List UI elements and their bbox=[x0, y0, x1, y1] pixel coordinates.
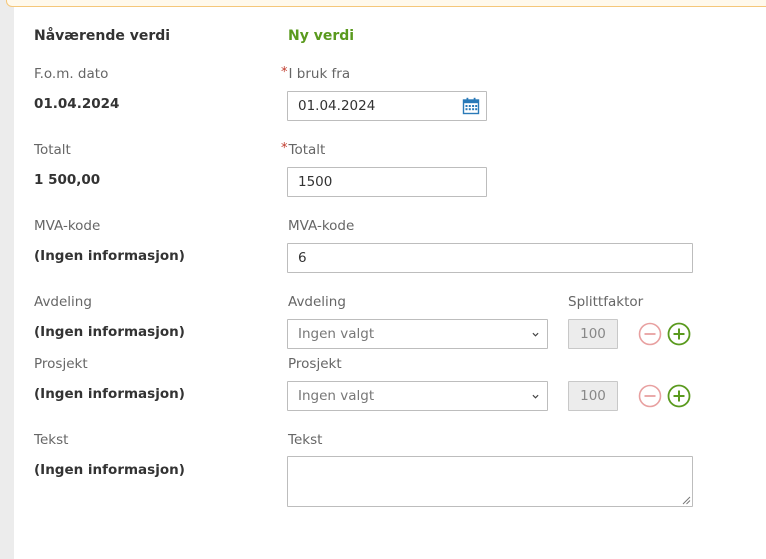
avdeling-select[interactable]: Ingen valgt bbox=[287, 319, 548, 349]
top-banner bbox=[6, 0, 766, 7]
avdeling-add-icon[interactable] bbox=[667, 322, 691, 346]
avdeling-current-label: Avdeling bbox=[34, 294, 92, 310]
splitfactor-label: Splittfaktor bbox=[568, 294, 644, 310]
fom-new-label: I bruk fra bbox=[288, 66, 351, 82]
total-input-value: 1500 bbox=[298, 174, 333, 190]
prosjekt-remove-icon[interactable] bbox=[638, 384, 662, 408]
avdeling-new-label: Avdeling bbox=[288, 294, 346, 310]
tekst-current-value: (Ingen informasjon) bbox=[34, 462, 185, 478]
current-value-header: Nåværende verdi bbox=[34, 28, 171, 44]
mva-current-label: MVA-kode bbox=[34, 218, 101, 234]
date-input-value: 01.04.2024 bbox=[298, 98, 376, 114]
fom-current-label: F.o.m. dato bbox=[34, 66, 109, 82]
chevron-down-icon bbox=[532, 394, 539, 399]
total-new-label-row: *Totalt bbox=[281, 141, 326, 158]
prosjekt-current-label: Prosjekt bbox=[34, 356, 88, 372]
chevron-down-icon bbox=[532, 332, 539, 337]
avdeling-splitfactor-input[interactable]: 100 bbox=[568, 319, 618, 349]
total-new-label: Totalt bbox=[288, 142, 326, 158]
prosjekt-splitfactor-value: 100 bbox=[580, 388, 606, 404]
prosjekt-current-value: (Ingen informasjon) bbox=[34, 386, 185, 402]
required-marker: * bbox=[281, 141, 288, 156]
mva-new-label: MVA-kode bbox=[288, 218, 355, 234]
new-value-header: Ny verdi bbox=[288, 28, 355, 44]
resize-handle-icon[interactable] bbox=[682, 496, 691, 505]
required-marker: * bbox=[281, 65, 288, 80]
avdeling-current-value: (Ingen informasjon) bbox=[34, 324, 185, 340]
prosjekt-splitfactor-input[interactable]: 100 bbox=[568, 381, 618, 411]
fom-current-value: 01.04.2024 bbox=[34, 96, 120, 112]
tekst-current-label: Tekst bbox=[34, 432, 69, 448]
prosjekt-new-label: Prosjekt bbox=[288, 356, 342, 372]
avdeling-splitfactor-value: 100 bbox=[580, 326, 606, 342]
date-input[interactable]: 01.04.2024 bbox=[287, 91, 487, 121]
left-gutter bbox=[0, 0, 14, 559]
total-current-label: Totalt bbox=[34, 142, 71, 158]
total-current-value: 1 500,00 bbox=[34, 172, 101, 188]
tekst-textarea[interactable] bbox=[287, 456, 693, 507]
avdeling-remove-icon[interactable] bbox=[638, 322, 662, 346]
prosjekt-select[interactable]: Ingen valgt bbox=[287, 381, 548, 411]
mva-input[interactable]: 6 bbox=[287, 243, 693, 273]
total-input[interactable]: 1500 bbox=[287, 167, 487, 197]
prosjekt-select-value: Ingen valgt bbox=[298, 388, 375, 404]
fom-new-label-row: *I bruk fra bbox=[281, 65, 351, 82]
avdeling-select-value: Ingen valgt bbox=[298, 326, 375, 342]
prosjekt-add-icon[interactable] bbox=[667, 384, 691, 408]
mva-current-value: (Ingen informasjon) bbox=[34, 248, 185, 264]
tekst-new-label: Tekst bbox=[288, 432, 323, 448]
calendar-icon[interactable] bbox=[462, 97, 480, 115]
mva-input-value: 6 bbox=[298, 250, 307, 266]
